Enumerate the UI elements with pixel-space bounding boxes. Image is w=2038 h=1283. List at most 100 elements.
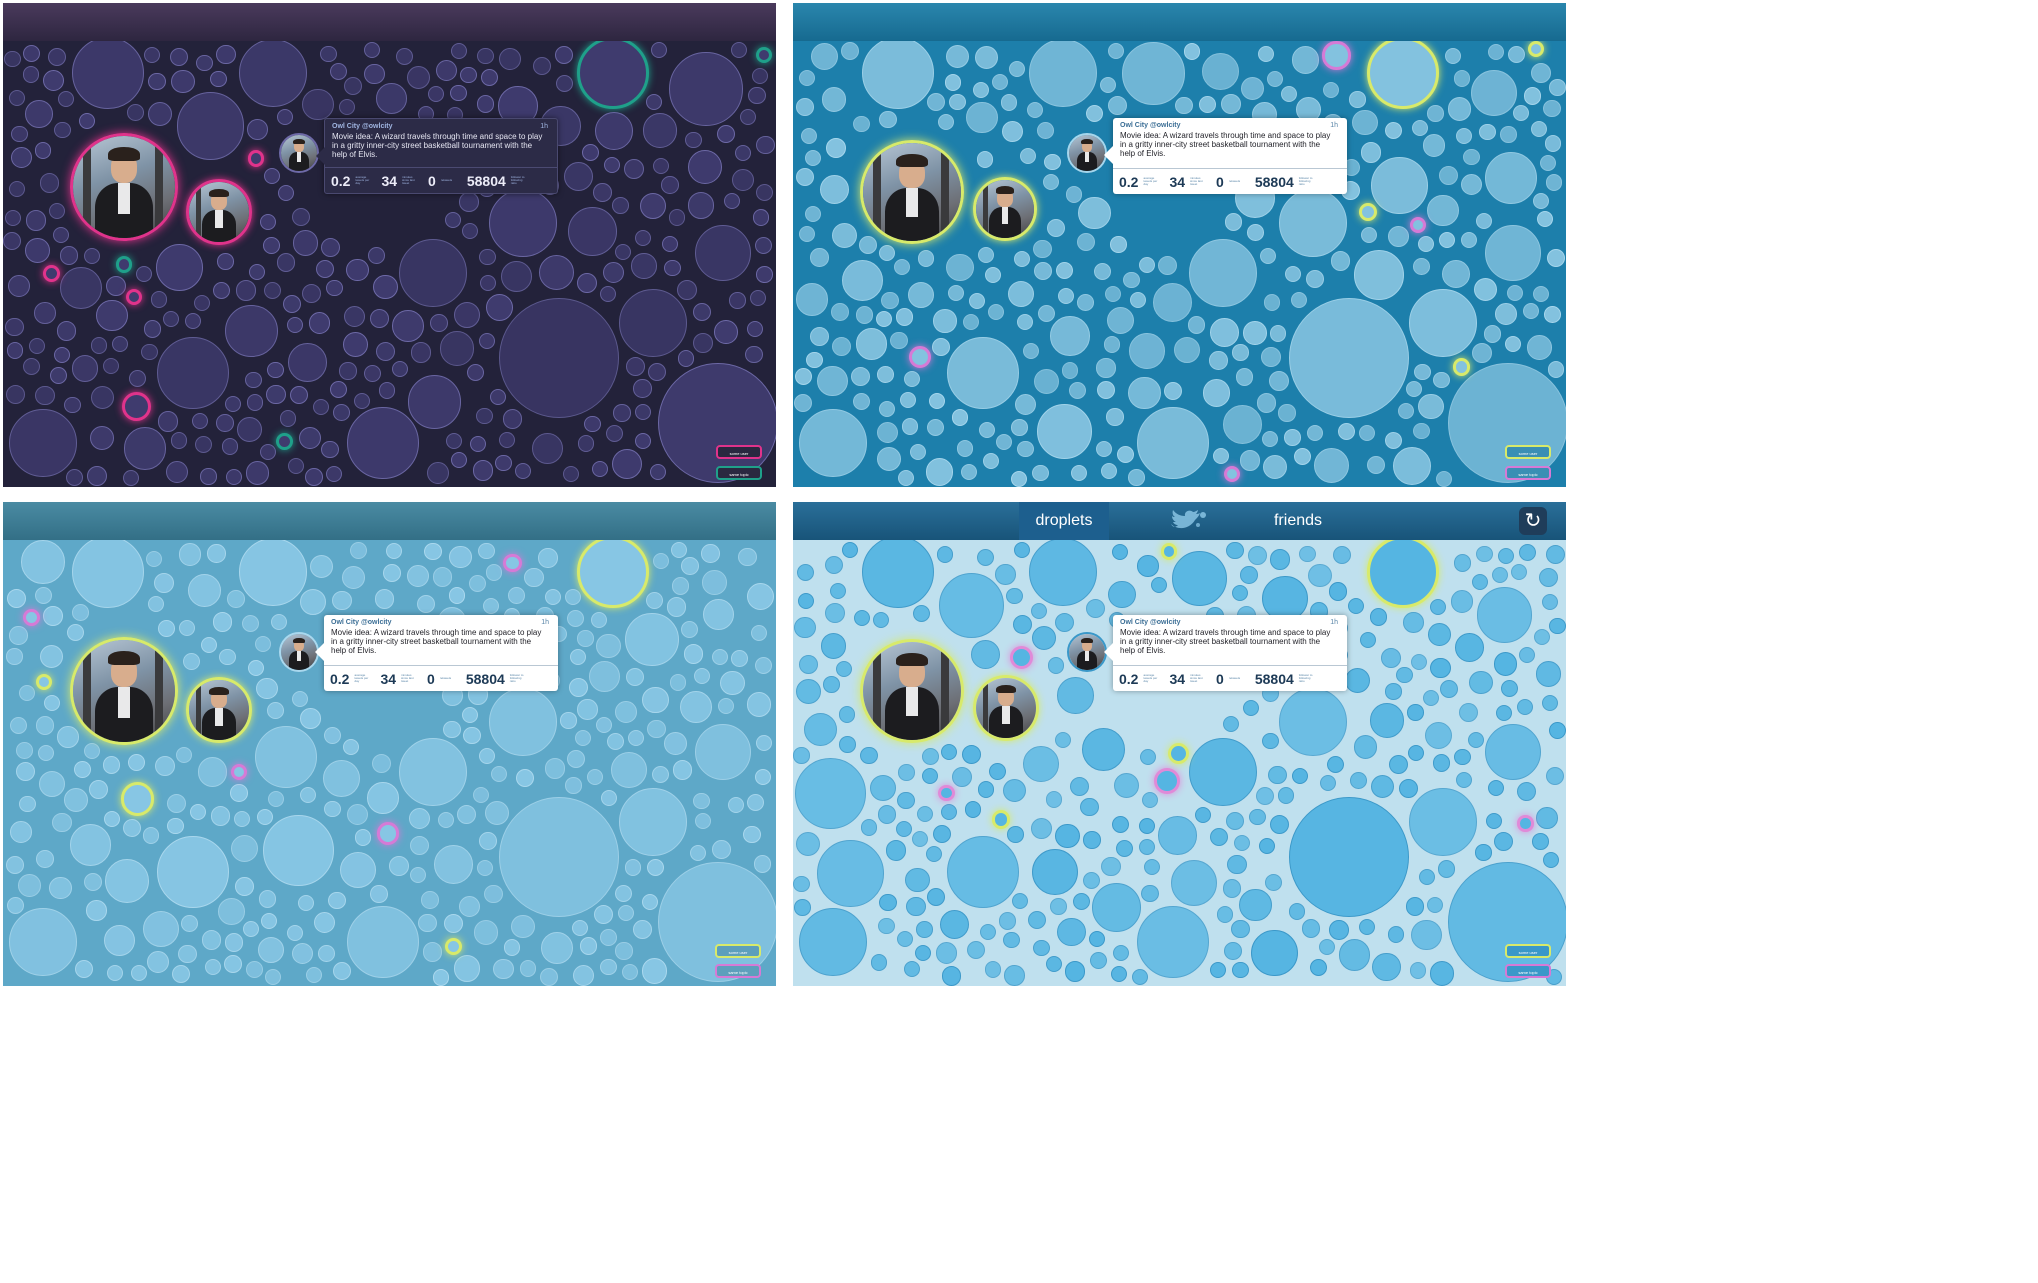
tweet-bubble[interactable] (9, 908, 77, 976)
tweet-bubble[interactable] (732, 169, 755, 192)
tweet-bubble[interactable] (1008, 280, 1035, 308)
tweet-bubble[interactable] (1387, 926, 1405, 943)
tweet-bubble[interactable] (256, 809, 274, 826)
tweet-bubble[interactable] (258, 890, 277, 909)
tweet-bubble[interactable] (147, 595, 164, 613)
tweet-bubble[interactable] (962, 314, 979, 331)
tweet-bubble[interactable] (1411, 654, 1428, 671)
tweet-bubble[interactable] (831, 303, 849, 321)
tweet-bubble[interactable] (748, 87, 766, 105)
tweet-bubble[interactable] (1194, 806, 1212, 824)
tweet-bubble[interactable] (19, 795, 36, 812)
tweet-bubble[interactable] (567, 207, 617, 256)
tweet-bubble[interactable] (484, 800, 509, 825)
tweet-bubble[interactable] (49, 876, 72, 900)
tweet-bubble[interactable] (302, 88, 334, 121)
tweet-bubble[interactable] (245, 371, 262, 388)
tweet-bubble[interactable] (643, 113, 678, 148)
tweet-bubble[interactable] (684, 644, 704, 664)
tweet-bubble[interactable] (4, 50, 21, 68)
tweet-bubble[interactable] (265, 968, 282, 985)
tweet-bubble[interactable] (276, 253, 295, 272)
tweet-bubble[interactable] (1070, 464, 1087, 482)
tweet-bubble[interactable] (931, 337, 950, 356)
tweet-bubble[interactable] (933, 825, 952, 844)
tweet-bubble[interactable] (247, 659, 264, 676)
tweet-bubble[interactable] (163, 311, 180, 328)
tweet-bubble[interactable] (171, 69, 195, 94)
tweet-bubble[interactable] (1533, 629, 1550, 646)
tweet-bubble[interactable] (676, 279, 698, 300)
tweet-bubble[interactable] (1428, 623, 1452, 646)
tweet-bubble[interactable] (144, 47, 161, 64)
tweet-bubble[interactable] (1544, 305, 1561, 323)
tweet-bubble[interactable] (895, 308, 914, 326)
tweet-bubble[interactable] (235, 280, 257, 301)
tweet-bubble[interactable] (1280, 86, 1297, 103)
tweet-bubble[interactable] (301, 283, 321, 304)
tweet-bubble[interactable] (516, 769, 535, 788)
tweet-bubble[interactable] (1292, 767, 1309, 785)
tweet-bubble[interactable] (263, 814, 335, 886)
tweet-bubble[interactable] (376, 822, 400, 845)
tweet-bubble[interactable] (877, 805, 897, 824)
tweet-bubble[interactable] (922, 768, 939, 785)
tweet-bubble[interactable] (1222, 879, 1242, 898)
same-topic-button[interactable]: same topic (716, 466, 762, 480)
tweet-bubble[interactable] (1338, 938, 1371, 971)
tweet-bubble[interactable] (745, 345, 763, 364)
tweet-bubble[interactable] (876, 446, 901, 471)
tweet-bubble[interactable] (1444, 47, 1461, 65)
tweet-bubble[interactable] (1167, 743, 1189, 765)
tweet-bubble[interactable] (96, 300, 128, 332)
tweet-bubble[interactable] (501, 261, 533, 293)
tweet-bubble[interactable] (1354, 250, 1405, 300)
tweet-bubble[interactable] (1261, 347, 1282, 368)
tweet-bubble[interactable] (1413, 422, 1430, 439)
tweet-bubble[interactable] (862, 536, 934, 608)
tweet-bubble[interactable] (1448, 363, 1566, 483)
tweet-bubble[interactable] (1302, 919, 1321, 938)
tweet-bubble[interactable] (399, 738, 467, 806)
some-user-button[interactable]: some user (1505, 944, 1551, 958)
tweet-bubble[interactable] (65, 468, 84, 487)
tweet-bubble[interactable] (29, 337, 46, 354)
tweet-bubble[interactable] (754, 768, 772, 785)
tweet-bubble[interactable] (449, 84, 467, 102)
tweet-bubble[interactable] (388, 855, 409, 876)
tweet-bubble[interactable] (1438, 231, 1455, 249)
tweet-bubble[interactable] (330, 381, 348, 399)
tweet-bubble[interactable] (353, 392, 370, 409)
tweet-bubble[interactable] (72, 536, 144, 608)
tweet-bubble[interactable] (619, 289, 687, 357)
user-avatar-medium[interactable] (973, 177, 1037, 241)
tweet-bubble[interactable] (645, 93, 662, 110)
tweet-bubble[interactable] (1246, 224, 1264, 242)
user-avatar-small[interactable] (279, 632, 319, 672)
tweet-bubble[interactable] (1032, 465, 1049, 482)
tweet-bubble[interactable] (948, 285, 965, 302)
tweet-bubble[interactable] (1384, 431, 1402, 450)
tweet-bubble[interactable] (1407, 704, 1424, 721)
tweet-bubble[interactable] (7, 589, 27, 609)
tweet-bubble[interactable] (427, 462, 450, 485)
tweet-bubble[interactable] (282, 294, 301, 314)
tweet-bubble[interactable] (86, 900, 107, 921)
tweet-bubble[interactable] (860, 819, 877, 836)
tweet-bubble[interactable] (1460, 173, 1483, 196)
tweet-bubble[interactable] (90, 337, 108, 354)
tweet-bubble[interactable] (1008, 61, 1025, 78)
tweet-bubble[interactable] (523, 567, 544, 588)
tweet-bubble[interactable] (212, 282, 230, 300)
tweet-bubble[interactable] (1470, 69, 1517, 116)
tweet-bubble[interactable] (1370, 774, 1394, 798)
tweet-bubble[interactable] (1104, 336, 1121, 353)
tweet-bubble[interactable] (577, 699, 598, 720)
tweet-bubble[interactable] (642, 958, 668, 984)
tweet-bubble[interactable] (178, 543, 202, 566)
tweet-bubble[interactable] (723, 192, 740, 209)
tweet-bubble[interactable] (1014, 393, 1036, 416)
some-user-button[interactable]: some user (716, 445, 762, 459)
tweet-bubble[interactable] (399, 239, 467, 307)
tweet-bubble[interactable] (1122, 42, 1186, 106)
